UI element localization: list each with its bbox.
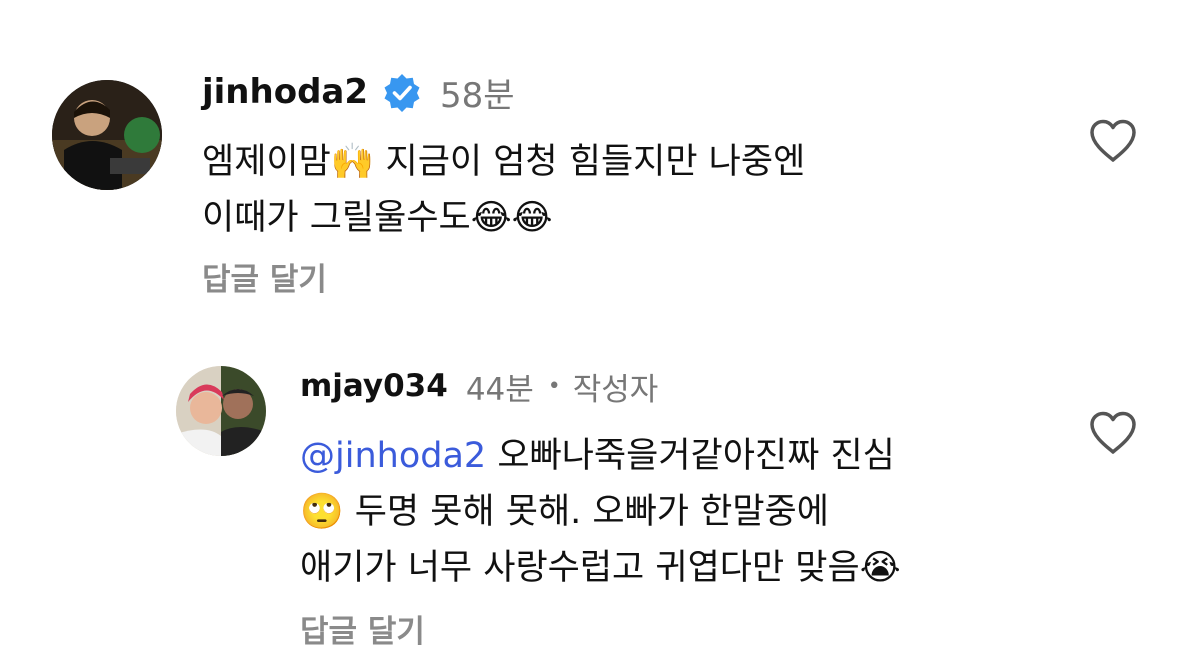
comment-text-line: 🙄 두명 못해 못해. 오빠가 한말중에 (300, 492, 829, 532)
comment-jinhoda2: jinhoda2 58분 엠제이맘🙌 지금이 엄청 힘들지만 나중엔 이때가 그… (0, 0, 1200, 330)
timestamp: 58분 (440, 75, 515, 116)
reply-button[interactable]: 답글 달기 (202, 254, 327, 299)
avatar-jinhoda2[interactable] (52, 80, 162, 190)
comment-header: jinhoda2 58분 (202, 70, 515, 116)
verified-badge-icon (382, 72, 422, 112)
username[interactable]: mjay034 (300, 368, 448, 404)
mention-link[interactable]: @jinhoda2 (300, 436, 486, 476)
comment-text-line: 이때가 그릴울수도😂😂 (202, 198, 553, 238)
comment-text-segment: 오빠나죽을거같아진짜 진심 (497, 436, 895, 476)
comment-text-line: @jinhoda2 오빠나죽을거같아진짜 진심 (300, 428, 901, 484)
username[interactable]: jinhoda2 (202, 72, 368, 112)
heart-outline-icon[interactable] (1088, 118, 1138, 164)
author-label: 작성자 (572, 371, 659, 408)
comment-header: mjay034 44분 • 작성자 (300, 366, 659, 408)
comment-text-line: 애기가 너무 사랑수럽고 귀엽다만 맞음😭 (300, 548, 901, 588)
comment-text: 엠제이맘🙌 지금이 엄청 힘들지만 나중엔 이때가 그릴울수도😂😂 (202, 134, 805, 246)
comment-text: @jinhoda2 오빠나죽을거같아진짜 진심 🙄 두명 못해 못해. 오빠가 … (300, 428, 901, 596)
comment-text-line: 엠제이맘🙌 지금이 엄청 힘들지만 나중엔 (202, 142, 806, 182)
heart-outline-icon[interactable] (1088, 410, 1138, 456)
timestamp: 44분 (465, 371, 534, 408)
comment-mjay034: mjay034 44분 • 작성자 @jinhoda2 오빠나죽을거같아진짜 진… (0, 340, 1200, 664)
reply-button[interactable]: 답글 달기 (300, 606, 425, 651)
avatar-mjay034[interactable] (176, 366, 266, 456)
separator-dot: • (547, 373, 561, 399)
